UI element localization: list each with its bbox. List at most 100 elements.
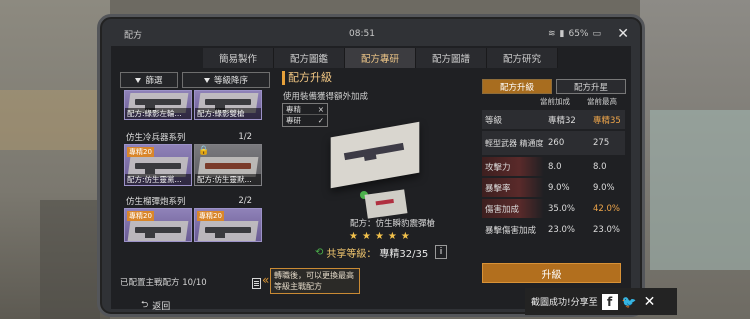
recipe-card-locked[interactable]: 🔒 配方:仿生靈默...	[194, 144, 262, 186]
upgrade-tabs: 配方升級 配方升星	[482, 79, 626, 94]
recipe-card[interactable]: 專精20 配方:仿生靈黨...	[124, 144, 192, 186]
close-icon[interactable]: ✕	[617, 26, 629, 42]
card-caption: 配方:仿生靈黨...	[125, 174, 191, 185]
col-max: 當前最高	[587, 97, 617, 106]
stat-max: 9.0%	[593, 182, 615, 193]
toast-text: 截圖成功!分享至	[531, 298, 598, 308]
share-level-label: 共享等級：	[326, 249, 377, 260]
series-header: 仿生冷兵器系列 1/2	[120, 130, 270, 144]
tab-star-up[interactable]: 配方升星	[556, 79, 626, 94]
tab-recipe-research[interactable]: 配方研究	[487, 48, 558, 68]
stat-current: 8.0	[548, 161, 562, 172]
card-row-top: 配方:綠影左輪... 配方:綠影雙槍	[120, 90, 270, 120]
star-icon: ★	[349, 231, 358, 242]
stat-current: 35.0%	[548, 203, 576, 214]
stat-max: 23.0%	[593, 224, 621, 235]
tab-simple-craft[interactable]: 簡易製作	[203, 48, 274, 68]
recipe-card[interactable]: 專精20	[194, 208, 262, 242]
facebook-icon[interactable]: f	[601, 293, 618, 310]
stat-max: 專精35	[593, 115, 621, 126]
filter-bar: 篩選 等級降序	[120, 72, 270, 88]
sort-button[interactable]: 等級降序	[182, 72, 270, 88]
tab-recipe-map[interactable]: 配方圖譜	[416, 48, 487, 68]
stat-current: 9.0%	[548, 182, 570, 193]
level-badge: 專精20	[127, 147, 154, 157]
col-current: 當前加成	[540, 97, 570, 106]
series-count: 2/2	[238, 196, 252, 206]
stat-row: 輕型武器 精通度 260 275	[482, 131, 625, 155]
star-icon: ★	[361, 231, 371, 242]
recipe-card[interactable]: 專精20	[124, 208, 192, 242]
card-caption: 配方:仿生靈默...	[195, 174, 261, 185]
tab-recipe-specialize[interactable]: 配方專研	[345, 48, 416, 68]
stat-key: 等級	[485, 115, 503, 126]
recipe-card[interactable]: 配方:綠影雙槍	[194, 90, 262, 120]
battery-text: 65%	[568, 29, 589, 39]
stat-row: 攻擊力 8.0 8.0	[482, 157, 625, 176]
tab-recipe-catalog[interactable]: 配方圖鑑	[274, 48, 345, 68]
edit-icon[interactable]	[252, 278, 261, 289]
stat-row: 暴擊傷害加成 23.0% 23.0%	[482, 220, 625, 239]
stat-key: 傷害加成	[485, 204, 520, 215]
star-rating: ★ ★ ★ ★ ★	[349, 231, 410, 242]
stat-key: 暴擊傷害加成	[485, 225, 537, 236]
close-icon[interactable]: ✕	[644, 294, 656, 310]
back-label: 返回	[152, 301, 171, 312]
stat-key: 暴擊率	[485, 183, 511, 194]
screenshot-share-toast: 截圖成功!分享至 f 🐦 ✕	[525, 288, 677, 315]
share-level: ⟲ 共享等級： 專精32/35	[315, 245, 428, 260]
recipe-list: 篩選 等級降序 配方:綠影左輪... 配方:綠影雙槍 仿生冷兵器系列 1/2 專…	[120, 72, 270, 297]
star-icon: ★	[374, 231, 384, 242]
twitter-icon[interactable]: 🐦	[622, 295, 638, 309]
share-level-value: 專精32/35	[379, 249, 429, 260]
share-icon: ⟲	[315, 247, 324, 258]
section-title: 配方升級	[282, 71, 374, 85]
recipe-card[interactable]: 配方:綠影左輪...	[124, 90, 192, 120]
stat-row: 暴擊率 9.0% 9.0%	[482, 178, 625, 197]
series-header: 仿生榴彈炮系列 2/2	[120, 194, 270, 208]
main-tabs: 簡易製作 配方圖鑑 配方專研 配方圖譜 配方研究	[203, 48, 558, 68]
window-title: 配方	[124, 30, 143, 41]
stat-max: 8.0	[593, 161, 607, 172]
stat-max: 42.0%	[593, 203, 621, 214]
signal-icon: ▮	[559, 29, 565, 39]
stats-table: 等級 專精32 專精35 輕型武器 精通度 260 275 攻擊力 8.0 8.…	[482, 110, 625, 241]
level-badge: 專精20	[197, 211, 224, 221]
card-row: 專精20 配方:仿生靈黨... 🔒 配方:仿生靈默...	[120, 144, 270, 186]
card-row: 專精20 專精20	[120, 208, 270, 242]
series-count: 1/2	[238, 132, 252, 142]
recipe-caption: 配方：仿生瞬豹震彈槍	[350, 219, 436, 229]
status-bar: 配方 08:51 ≋ ▮ 65% ▭ ✕	[124, 22, 629, 46]
legend-label: 專研	[286, 116, 301, 125]
chevron-down-icon	[135, 77, 142, 83]
stat-key: 攻擊力	[485, 162, 511, 173]
info-button[interactable]: i	[435, 245, 447, 259]
legend-label: 專精	[286, 104, 301, 114]
section-subtitle: 使用裝備獲得額外加成	[283, 92, 369, 102]
stat-row: 傷害加成 35.0% 42.0%	[482, 199, 625, 218]
wifi-icon: ≋	[547, 29, 556, 39]
stat-key: 輕型武器 精通度	[485, 138, 544, 148]
configured-count: 已配置主戰配方 10/10	[120, 278, 207, 288]
level-badge: 專精20	[127, 211, 154, 221]
series-name: 仿生榴彈炮系列	[126, 197, 186, 207]
cross-icon: ×	[317, 104, 324, 114]
tab-upgrade[interactable]: 配方升級	[482, 79, 552, 94]
star-icon: ★	[387, 231, 397, 242]
stat-current: 專精32	[548, 115, 576, 126]
stat-max: 275	[593, 138, 610, 148]
system-indicators: ≋ ▮ 65% ▭	[548, 29, 601, 39]
chevron-down-icon	[203, 77, 210, 83]
filter-button[interactable]: 篩選	[120, 72, 178, 88]
hint-tooltip: 轉職後，可以更換最高等級主戰配方	[270, 268, 360, 294]
filter-label: 篩選	[145, 76, 163, 86]
back-button[interactable]: ⮌ 返回	[141, 297, 170, 313]
upgrade-button[interactable]: 升級	[482, 263, 621, 283]
blueprint-image	[320, 120, 430, 195]
star-icon: ★	[400, 231, 410, 242]
lock-icon: 🔒	[198, 146, 210, 156]
stat-current: 23.0%	[548, 224, 576, 235]
battery-icon: ▭	[592, 29, 601, 39]
card-caption: 配方:綠影雙槍	[195, 108, 261, 119]
stat-current: 260	[548, 138, 565, 148]
